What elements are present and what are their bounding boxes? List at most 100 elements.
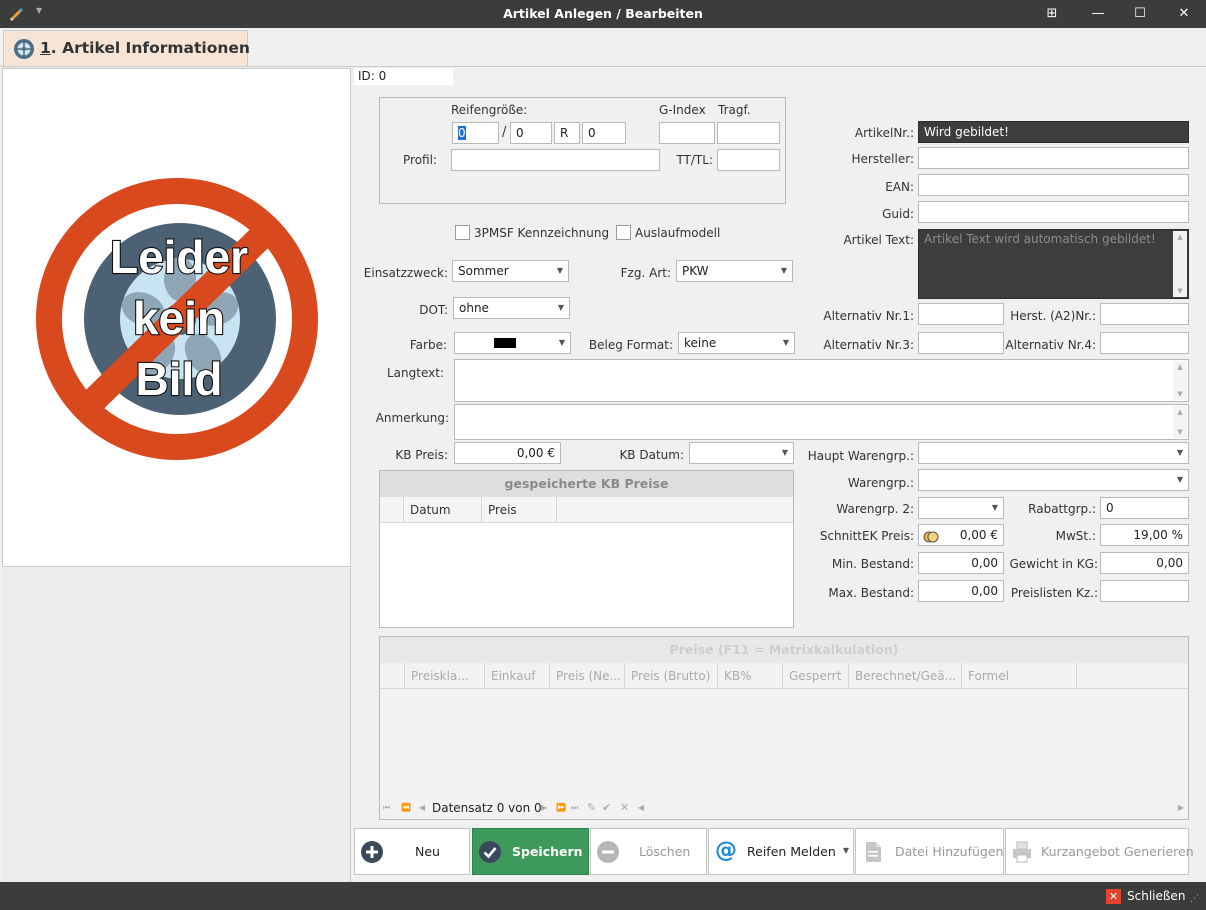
close-window-button[interactable]: ✕ <box>1162 0 1206 28</box>
ean-input[interactable] <box>918 174 1189 196</box>
alternativ4-input[interactable] <box>1100 332 1189 354</box>
speichern-button[interactable]: Speichern <box>472 828 589 875</box>
auslaufmodell-checkbox[interactable] <box>616 225 631 240</box>
rabattgrp-input[interactable]: 0 <box>1100 497 1189 519</box>
haupt-warengrp-select[interactable]: ▼ <box>918 442 1189 464</box>
neu-label: Neu <box>415 844 440 859</box>
kurzangebot-button[interactable]: Kurzangebot Generieren <box>1005 828 1194 875</box>
langtext-scrollbar[interactable]: ▲ ▼ <box>1173 361 1187 400</box>
gewicht-input[interactable]: 0,00 <box>1100 552 1189 574</box>
preise-col-einkauf[interactable]: Einkauf <box>485 663 550 689</box>
alternativ1-input[interactable] <box>918 303 1004 325</box>
kb-datum-select[interactable]: ▼ <box>689 442 794 464</box>
min-bestand-input[interactable]: 0,00 <box>918 552 1004 574</box>
kb-grid-col-preis[interactable]: Preis <box>482 497 557 523</box>
warengrp-select[interactable]: ▼ <box>918 469 1189 491</box>
kb-preise-grid[interactable]: gespeicherte KB Preise Datum Preis <box>379 470 794 628</box>
tire-width-input[interactable]: 0 <box>452 122 499 144</box>
preise-col-berechnet[interactable]: Berechnet/Geä... <box>849 663 962 689</box>
scroll-up-icon[interactable]: ▲ <box>1173 233 1187 241</box>
close-form-button[interactable]: ✕ Schließen <box>1106 888 1190 906</box>
scroll-down-icon[interactable]: ▼ <box>1173 287 1187 295</box>
nav-prev-page-icon[interactable]: ⏪ <box>401 797 411 819</box>
nav-accept-icon[interactable]: ✔ <box>602 797 611 819</box>
scroll-down-icon[interactable]: ▼ <box>1173 428 1187 436</box>
reifen-melden-dropdown-icon[interactable]: ▼ <box>843 846 849 855</box>
chevron-down-icon: ▼ <box>557 303 564 312</box>
datei-hinzufuegen-button[interactable]: Datei Hinzufügen <box>855 828 1004 875</box>
warengrp2-label: Warengrp. 2: <box>836 502 914 516</box>
tire-width-value: 0 <box>458 126 466 140</box>
preise-col-gesperrt[interactable]: Gesperrt <box>783 663 849 689</box>
profil-label: Profil: <box>403 153 437 167</box>
nav-last-icon[interactable]: ⏭ <box>571 797 578 819</box>
preise-col-preis-netto[interactable]: Preis (Ne... <box>550 663 625 689</box>
langtext-textarea[interactable]: ▲ ▼ <box>454 359 1189 402</box>
kb-grid-title: gespeicherte KB Preise <box>380 471 793 497</box>
profil-input[interactable] <box>451 149 660 171</box>
nav-first-icon[interactable]: ⏮ <box>383 797 390 819</box>
tire-construction-input[interactable]: R <box>554 122 580 144</box>
einsatzzweck-select[interactable]: Sommer ▼ <box>452 260 569 282</box>
neu-button[interactable]: Neu <box>354 828 470 875</box>
preise-grid-title: Preise (F11 = Matrixkalkulation) <box>380 637 1188 663</box>
scroll-up-icon[interactable]: ▲ <box>1173 363 1187 371</box>
dot-value: ohne <box>459 301 489 315</box>
fzg-art-value: PKW <box>682 264 709 278</box>
artikel-text-scrollbar[interactable]: ▲ ▼ <box>1173 231 1187 297</box>
preise-col-kb-prozent[interactable]: KB% <box>718 663 783 689</box>
hscroll-right-icon[interactable]: ▶ <box>1178 797 1184 819</box>
hscroll-left-icon[interactable]: ◀ <box>638 797 644 819</box>
mwst-input[interactable]: 19,00 % <box>1100 524 1189 546</box>
dot-select[interactable]: ohne ▼ <box>453 297 570 319</box>
anmerkung-scrollbar[interactable]: ▲ ▼ <box>1173 406 1187 438</box>
herst-a2-input[interactable] <box>1100 303 1189 325</box>
record-counter: Datensatz 0 von 0 <box>432 801 542 815</box>
einsatzzweck-label: Einsatzzweck: <box>363 266 448 280</box>
warengrp2-select[interactable]: ▼ <box>918 497 1004 519</box>
anmerkung-textarea[interactable]: ▲ ▼ <box>454 404 1189 440</box>
tttl-input[interactable] <box>717 149 780 171</box>
warengrp-label: Warengrp.: <box>847 476 914 490</box>
minimize-button[interactable]: — <box>1076 0 1120 28</box>
preise-col-formel[interactable]: Formel <box>962 663 1077 689</box>
chevron-down-icon: ▼ <box>991 503 998 512</box>
gindex-input[interactable] <box>659 122 715 144</box>
nav-next-page-icon[interactable]: ⏩ <box>556 797 566 819</box>
preise-col-preis-brutto[interactable]: Preis (Brutto) <box>625 663 718 689</box>
artikel-text-textarea[interactable]: Artikel Text wird automatisch gebildet! … <box>918 229 1189 299</box>
tab-artikel-informationen[interactable]: 1. Artikel Informationen <box>3 30 250 67</box>
farbe-select[interactable]: ▼ <box>454 332 571 354</box>
maximize-button[interactable]: ☐ <box>1118 0 1162 28</box>
max-bestand-input[interactable]: 0,00 <box>918 580 1004 602</box>
preise-col-preisklasse[interactable]: Preiskla... <box>405 663 485 689</box>
nav-prev-icon[interactable]: ◀ <box>419 797 425 819</box>
scroll-up-icon[interactable]: ▲ <box>1173 408 1187 416</box>
reifen-melden-button[interactable]: @ Reifen Melden ▼ <box>708 828 854 875</box>
preislisten-input[interactable] <box>1100 580 1189 602</box>
kb-preis-input[interactable]: 0,00 € <box>454 442 561 464</box>
nav-cancel-icon[interactable]: ✕ <box>620 797 629 819</box>
resize-grip-icon[interactable]: ⋰ <box>1190 894 1199 904</box>
tire-ratio-input[interactable]: 0 <box>510 122 552 144</box>
scroll-down-icon[interactable]: ▼ <box>1173 390 1187 398</box>
loeschen-button[interactable]: Löschen <box>590 828 707 875</box>
nav-next-icon[interactable]: ▶ <box>541 797 547 819</box>
nav-edit-icon[interactable]: ✎ <box>587 797 596 819</box>
artikelnr-input[interactable]: Wird gebildet! <box>918 121 1189 143</box>
tragf-input[interactable] <box>717 122 780 144</box>
alternativ3-input[interactable] <box>918 332 1004 354</box>
schnittek-label: SchnittEK Preis: <box>819 529 914 543</box>
article-image-panel[interactable]: Leider kein Bild <box>2 68 351 567</box>
tire-diameter-input[interactable]: 0 <box>582 122 626 144</box>
guid-input[interactable] <box>918 201 1189 223</box>
preise-grid[interactable]: Preise (F11 = Matrixkalkulation) Preiskl… <box>379 636 1189 820</box>
kb-grid-col-datum[interactable]: Datum <box>404 497 482 523</box>
fzg-art-select[interactable]: PKW ▼ <box>676 260 793 282</box>
restore-layout-icon[interactable]: ⊞ <box>1030 0 1074 28</box>
hersteller-input[interactable] <box>918 147 1189 169</box>
3pmsf-checkbox[interactable] <box>455 225 470 240</box>
artikel-text-label: Artikel Text: <box>843 233 914 247</box>
beleg-format-select[interactable]: keine ▼ <box>678 332 795 354</box>
schnittek-input[interactable]: 0,00 € <box>918 524 1004 546</box>
